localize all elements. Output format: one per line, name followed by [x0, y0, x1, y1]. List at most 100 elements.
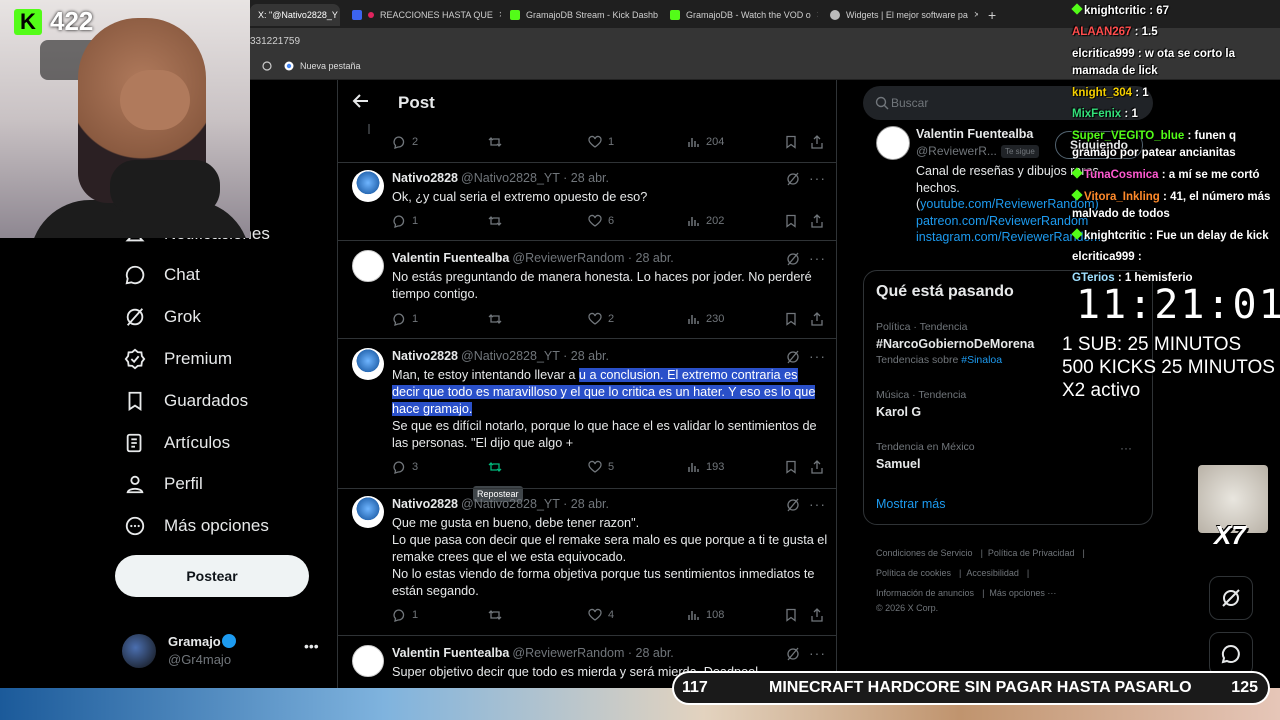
close-icon[interactable]: × — [817, 9, 818, 21]
author-name[interactable]: Nativo2828 — [392, 497, 458, 511]
back-arrow-icon[interactable] — [352, 92, 370, 110]
show-more-link[interactable]: Mostrar más — [876, 497, 945, 511]
divider — [338, 338, 836, 339]
footer-link[interactable]: Política de Privacidad — [988, 548, 1075, 558]
views-button[interactable]: 193 — [686, 460, 724, 474]
apps-icon[interactable] — [262, 61, 272, 71]
grok-icon[interactable] — [786, 172, 800, 186]
more-icon[interactable]: ••• — [304, 638, 319, 654]
reply-button[interactable]: 1 — [392, 214, 418, 228]
avatar[interactable] — [352, 496, 384, 528]
nav-more[interactable]: Más opciones — [124, 508, 269, 544]
views-button[interactable]: 204 — [686, 135, 724, 149]
more-icon[interactable]: ··· — [809, 170, 826, 186]
nav-bookmarks[interactable]: Guardados — [124, 383, 248, 419]
post-button[interactable]: Postear — [115, 555, 309, 597]
tweet[interactable]: Nativo2828 @Nativo2828_YT · 28 abr. ··· Q… — [338, 496, 836, 606]
bookmark-button[interactable] — [784, 312, 798, 326]
trend-item[interactable]: Tendencia en México Samuel ··· — [876, 441, 1142, 471]
tweet-actions: 1 4 108 — [392, 608, 826, 626]
share-button[interactable] — [810, 460, 824, 474]
like-button[interactable]: 1 — [588, 135, 614, 149]
grok-icon[interactable] — [786, 498, 800, 512]
footer-link[interactable]: Más opciones ··· — [989, 588, 1056, 598]
bookmark-button[interactable] — [784, 214, 798, 228]
author-name[interactable]: Valentin Fuentealba — [392, 646, 509, 660]
more-icon[interactable]: ··· — [809, 645, 826, 661]
reply-button[interactable]: 1 — [392, 312, 418, 326]
more-icon[interactable]: ··· — [809, 496, 826, 512]
bookmark-button[interactable] — [784, 460, 798, 474]
like-button[interactable]: 5 — [588, 460, 614, 474]
share-button[interactable] — [810, 214, 824, 228]
tab-kick-dashboard[interactable]: GramajoDB Stream - Kick Dashb × — [502, 4, 658, 26]
tab-kick-vod[interactable]: GramajoDB - Watch the VOD o × — [662, 4, 818, 26]
bookmark-new-tab[interactable]: Nueva pestaña — [284, 61, 361, 71]
more-icon[interactable]: ··· — [1120, 441, 1132, 455]
bookmark-button[interactable] — [784, 135, 798, 149]
page-title: Post — [398, 93, 435, 112]
reply-button[interactable]: 1 — [392, 608, 418, 622]
like-button[interactable]: 2 — [588, 312, 614, 326]
bookmark-button[interactable] — [784, 608, 798, 622]
account-switcher[interactable]: Gramajo @Gr4majo ••• — [122, 630, 322, 674]
reply-button[interactable]: 3 — [392, 460, 418, 474]
grok-icon[interactable] — [786, 647, 800, 661]
author-name[interactable]: Nativo2828 — [392, 171, 458, 185]
avatar[interactable] — [352, 250, 384, 282]
avatar[interactable] — [876, 126, 910, 160]
tab-reacciones[interactable]: REACCIONES HASTA QUE × — [344, 4, 501, 26]
author-name[interactable]: Valentin Fuentealba — [392, 251, 509, 265]
grok-float-button[interactable] — [1209, 576, 1253, 620]
repost-button[interactable] — [488, 460, 502, 474]
like-button[interactable]: 6 — [588, 214, 614, 228]
views-button[interactable]: 230 — [686, 312, 724, 326]
avatar[interactable] — [352, 645, 384, 677]
new-tab-button[interactable]: + — [980, 4, 1000, 26]
avatar[interactable] — [352, 348, 384, 380]
author-handle: @ReviewerRandom · 28 abr. — [512, 251, 674, 265]
views-button[interactable]: 108 — [686, 608, 724, 622]
nav-premium[interactable]: Premium — [124, 341, 232, 377]
share-button[interactable] — [810, 312, 824, 326]
tweet[interactable]: Nativo2828 @Nativo2828_YT · 28 abr. ··· O… — [338, 170, 836, 250]
share-icon — [811, 214, 823, 228]
footer-link[interactable]: Accesibilidad — [966, 568, 1019, 578]
tweet-actions: 1 2 230 — [392, 312, 826, 330]
grok-icon[interactable] — [786, 252, 800, 266]
nav-chat[interactable]: Chat — [124, 257, 200, 293]
microphone — [110, 160, 220, 215]
repost-button[interactable] — [488, 312, 502, 326]
footer-link[interactable]: Información de anuncios — [876, 588, 974, 598]
repost-button[interactable] — [488, 214, 502, 228]
tab-x-post[interactable]: X: "@Nativo2828_Y × — [250, 4, 340, 26]
nav-articles[interactable]: Artículos — [124, 425, 230, 461]
share-button[interactable] — [810, 135, 824, 149]
close-icon[interactable]: × — [974, 9, 978, 21]
repost-icon — [488, 216, 502, 226]
reply-button[interactable]: 2 — [392, 135, 418, 149]
tweet-text: Man, te estoy intentando llevar a u a co… — [392, 368, 817, 450]
bookmark-label: Nueva pestaña — [300, 61, 361, 71]
tab-widgets[interactable]: Widgets | El mejor software pa × — [822, 4, 978, 26]
footer-link[interactable]: Política de cookies — [876, 568, 951, 578]
nav-profile[interactable]: Perfil — [124, 466, 203, 502]
views-button[interactable]: 202 — [686, 214, 724, 228]
messages-float-button[interactable] — [1209, 632, 1253, 676]
nav-label: Artículos — [164, 433, 231, 452]
like-button[interactable]: 4 — [588, 608, 614, 622]
grok-icon[interactable] — [786, 350, 800, 364]
nav-grok[interactable]: Grok — [124, 299, 201, 335]
share-button[interactable] — [810, 608, 824, 622]
more-icon[interactable]: ··· — [809, 348, 826, 364]
profile-name[interactable]: Valentin Fuentealba — [916, 127, 1033, 141]
repost-button[interactable] — [488, 135, 502, 149]
more-icon[interactable]: ··· — [809, 250, 826, 266]
footer-link[interactable]: Condiciones de Servicio — [876, 548, 973, 558]
bio-link[interactable]: patreon.com/ReviewerRandom — [916, 214, 1088, 228]
ticker-start-value: 117 — [682, 679, 708, 696]
avatar[interactable] — [352, 170, 384, 202]
author-name[interactable]: Nativo2828 — [392, 349, 458, 363]
repost-button[interactable] — [488, 608, 502, 622]
close-icon[interactable]: × — [499, 9, 501, 21]
